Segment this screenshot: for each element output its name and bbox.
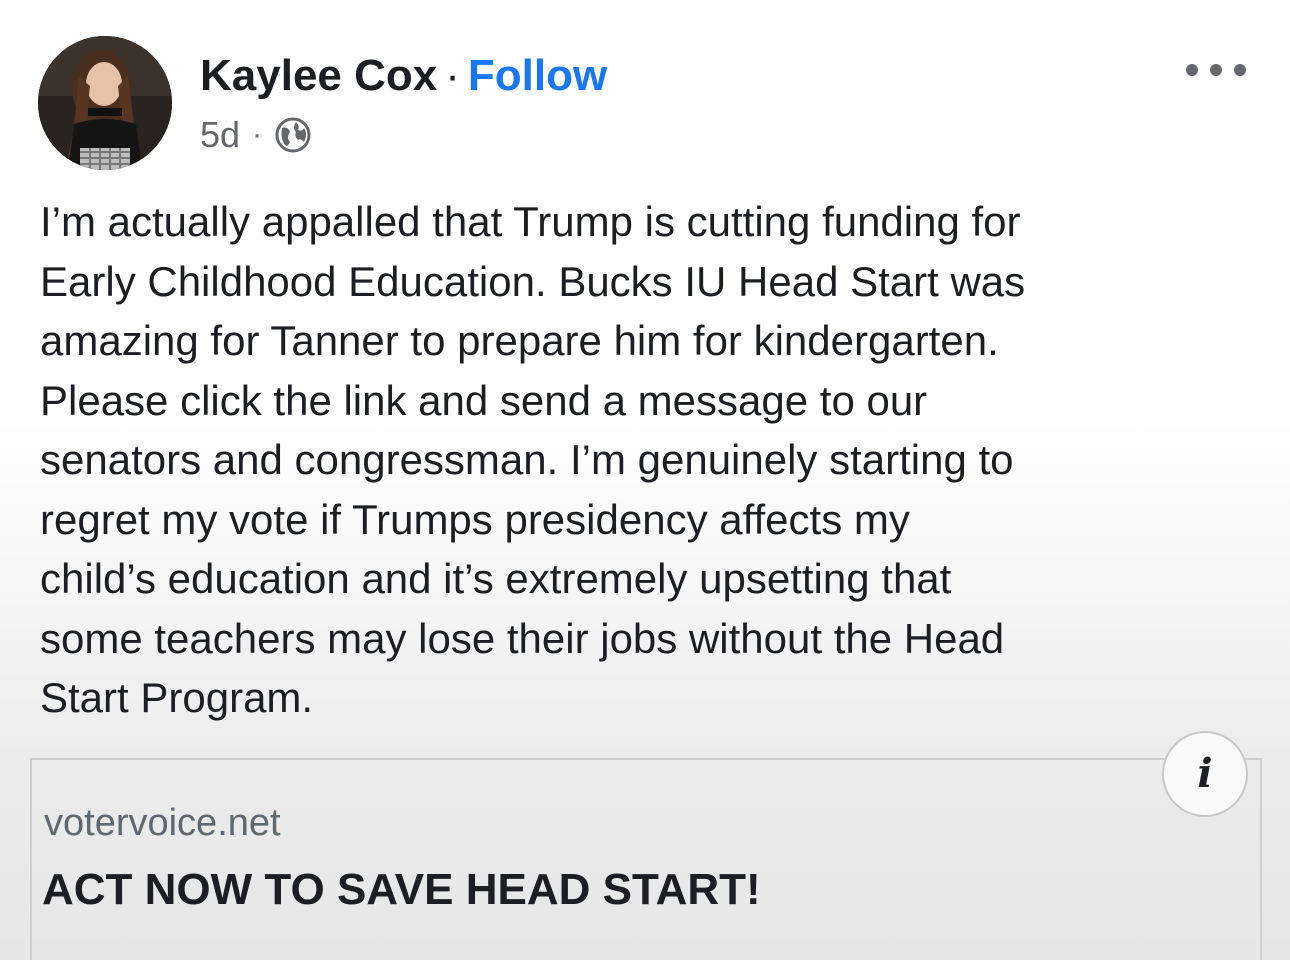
- more-dot: [1210, 64, 1222, 76]
- name-separator: ·: [445, 51, 460, 100]
- info-glyph: i: [1197, 750, 1213, 797]
- more-options-icon[interactable]: [1186, 60, 1246, 80]
- post-body-text: I’m actually appalled that Trump is cutt…: [40, 198, 1026, 721]
- link-preview-card[interactable]: votervoice.net ACT NOW TO SAVE HEAD STAR…: [30, 758, 1262, 960]
- post-header: Kaylee Cox · Follow 5d ·: [0, 0, 1290, 180]
- info-icon[interactable]: i: [1162, 731, 1248, 817]
- author-name[interactable]: Kaylee Cox: [200, 51, 437, 100]
- post-timestamp[interactable]: 5d: [200, 112, 240, 158]
- globe-icon: [275, 117, 311, 153]
- more-dot: [1186, 64, 1198, 76]
- link-domain: votervoice.net: [44, 802, 281, 844]
- more-dot: [1234, 64, 1246, 76]
- author-line: Kaylee Cox · Follow: [200, 50, 607, 102]
- follow-button[interactable]: Follow: [468, 51, 607, 100]
- post-meta: 5d ·: [200, 112, 312, 158]
- avatar-photo: [38, 36, 172, 170]
- link-title: ACT NOW TO SAVE HEAD START!: [42, 865, 761, 914]
- meta-separator: ·: [252, 118, 263, 151]
- avatar[interactable]: [38, 36, 172, 170]
